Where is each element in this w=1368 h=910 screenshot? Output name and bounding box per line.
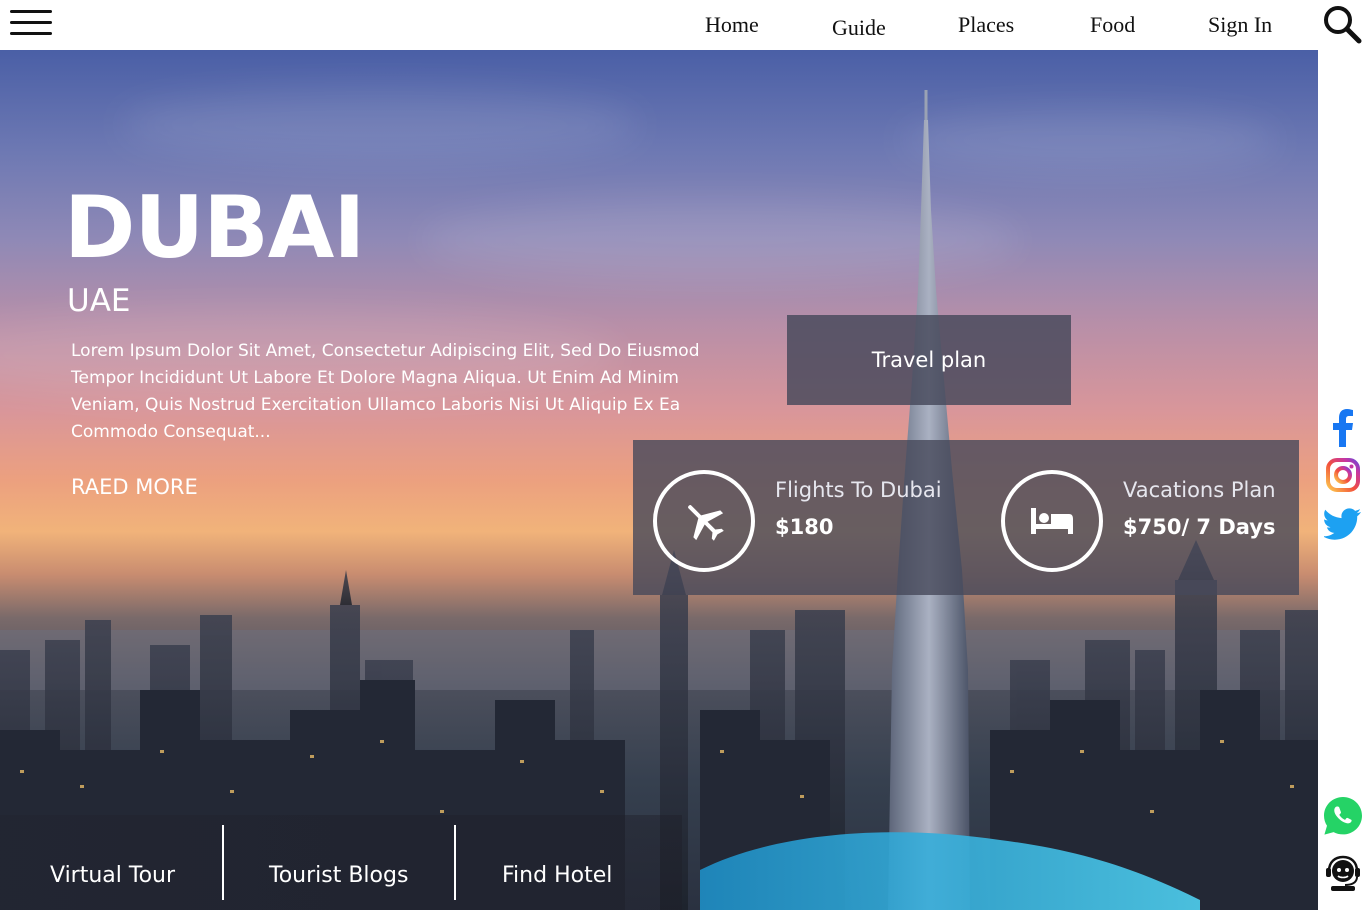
travel-plan-button[interactable]: Travel plan (787, 315, 1071, 405)
search-icon[interactable] (1322, 4, 1362, 44)
deal-flights[interactable]: Flights To Dubai $180 (633, 440, 973, 595)
deal-name: Flights To Dubai (775, 478, 942, 502)
nav-link-places[interactable]: Places (958, 12, 1014, 38)
nav-link-guide[interactable]: Guide (832, 15, 886, 41)
find-hotel-link[interactable]: Find Hotel (502, 863, 612, 888)
deals-panel: Flights To Dubai $180 Vacations Plan $75… (633, 440, 1299, 595)
twitter-icon[interactable] (1322, 503, 1364, 545)
bed-icon (1001, 470, 1103, 572)
deal-price: $180 (775, 515, 834, 539)
divider (454, 825, 456, 900)
nav-link-home[interactable]: Home (705, 12, 759, 38)
read-more-link[interactable]: RAED MORE (71, 475, 198, 499)
deal-vacations[interactable]: Vacations Plan $750/ 7 Days (981, 440, 1299, 595)
hamburger-menu-icon[interactable] (10, 10, 52, 36)
instagram-icon[interactable] (1322, 454, 1364, 496)
top-navigation: Home Guide Places Food Sign In (0, 0, 1368, 50)
hero-banner: DUBAI UAE Lorem Ipsum Dolor Sit Amet, Co… (0, 50, 1318, 910)
deal-price: $750/ 7 Days (1123, 515, 1276, 539)
tourist-blogs-link[interactable]: Tourist Blogs (269, 863, 408, 888)
nav-link-sign-in[interactable]: Sign In (1208, 12, 1272, 38)
whatsapp-icon[interactable] (1322, 795, 1364, 837)
nav-link-food[interactable]: Food (1090, 12, 1135, 38)
destination-title: DUBAI (64, 178, 365, 278)
destination-country: UAE (67, 283, 131, 319)
airplane-icon (653, 470, 755, 572)
quick-links-bar: Virtual Tour Tourist Blogs Find Hotel (0, 815, 682, 910)
facebook-icon[interactable] (1322, 407, 1364, 449)
destination-description: Lorem Ipsum Dolor Sit Amet, Consectetur … (71, 341, 700, 442)
virtual-tour-link[interactable]: Virtual Tour (50, 863, 175, 888)
deal-name: Vacations Plan (1123, 478, 1276, 502)
support-agent-icon[interactable] (1322, 852, 1364, 894)
divider (222, 825, 224, 900)
